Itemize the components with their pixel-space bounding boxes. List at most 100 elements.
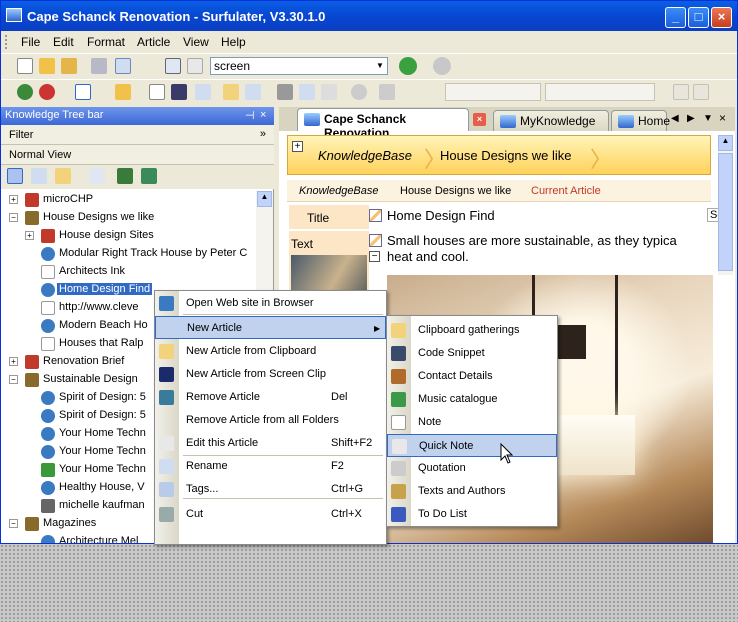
quote-icon	[391, 461, 406, 476]
tab-next-icon[interactable]: ▶	[687, 113, 695, 124]
submenu-item-code-snippet[interactable]: Code Snippet	[387, 342, 557, 365]
collapse-icon[interactable]: −	[369, 251, 380, 262]
article-text-line1[interactable]: Small houses are more sustainable, as th…	[387, 233, 677, 248]
scissors-icon[interactable]	[277, 84, 293, 100]
submenu-item-quick-note[interactable]: Quick Note	[387, 434, 557, 457]
expand-filter-icon[interactable]: »	[260, 128, 266, 140]
font-color-icon[interactable]	[379, 84, 395, 100]
menu-item-edit-this-article[interactable]: Edit this Article Shift+F2	[155, 432, 386, 455]
print-icon[interactable]	[91, 58, 107, 74]
title-bar[interactable]: Cape Schanck Renovation - Surfulater, V3…	[1, 1, 737, 31]
tab-prev-icon[interactable]: ◀	[671, 113, 679, 124]
open-folder-icon[interactable]	[39, 58, 55, 74]
attach-icon[interactable]	[245, 84, 261, 100]
submenu-item-clipboard-gatherings[interactable]: Clipboard gatherings	[387, 319, 557, 342]
collapse-icon[interactable]: −	[9, 375, 18, 384]
copy-icon[interactable]	[299, 84, 315, 100]
print-preview-icon[interactable]	[115, 58, 131, 74]
menu-item-new-article[interactable]: New Article ▶	[155, 316, 386, 339]
bold-icon[interactable]	[673, 84, 689, 100]
submenu-item-contact-details[interactable]: Contact Details	[387, 365, 557, 388]
scroll-thumb[interactable]	[718, 153, 733, 271]
menu-view[interactable]: View	[183, 35, 209, 49]
collapse-icon[interactable]: −	[9, 519, 18, 528]
clipboard-icon[interactable]	[223, 84, 239, 100]
breadcrumb-small-item[interactable]: House Designs we like	[400, 185, 511, 197]
new-icon[interactable]	[17, 58, 33, 74]
grid-icon[interactable]	[187, 58, 203, 74]
italic-icon[interactable]	[693, 84, 709, 100]
article-text-line2[interactable]: heat and cool.	[387, 249, 469, 264]
clipboard-icon[interactable]	[55, 168, 71, 184]
insert-icon[interactable]	[115, 84, 131, 100]
lock-icon[interactable]	[89, 168, 105, 184]
tab-cape-schanck[interactable]: Cape Schanck Renovation ×	[297, 108, 486, 140]
chevron-down-icon[interactable]: ▼	[374, 59, 386, 73]
filter-bar[interactable]: Filter »	[1, 125, 274, 145]
close-button[interactable]: ×	[711, 7, 732, 28]
menu-file[interactable]: File	[21, 35, 40, 49]
menu-item-remove-article-from-all-folders[interactable]: Remove Article from all Folders	[155, 409, 386, 432]
menu-item-new-article-from-clipboard[interactable]: New Article from Clipboard	[155, 340, 386, 363]
menu-item-remove-article[interactable]: Remove Article Del	[155, 386, 386, 409]
tab-home[interactable]: Home	[611, 110, 670, 131]
menu-item-rename[interactable]: Rename F2	[155, 455, 386, 478]
pencil-icon[interactable]	[369, 234, 382, 247]
new-folder-icon[interactable]	[31, 168, 47, 184]
tab-myknowledge[interactable]: MyKnowledge	[493, 110, 609, 131]
submenu-item-texts-and-authors[interactable]: Texts and Authors	[387, 480, 557, 503]
article-scrollbar[interactable]: ▲	[718, 135, 733, 275]
back-icon[interactable]	[399, 57, 417, 75]
menu-item-new-article-from-screen-clip[interactable]: New Article from Screen Clip	[155, 363, 386, 386]
breadcrumb-root[interactable]: KnowledgeBase	[318, 148, 412, 163]
pencil-icon[interactable]	[369, 209, 382, 222]
menu-article[interactable]: Article	[137, 35, 170, 49]
image-icon[interactable]	[171, 84, 187, 100]
breadcrumb-item[interactable]: House Designs we like	[440, 148, 572, 163]
tab-list-icon[interactable]: ▼	[703, 113, 713, 124]
menu-help[interactable]: Help	[221, 35, 246, 49]
view-bar[interactable]: Normal View	[1, 145, 274, 165]
edit-icon[interactable]	[195, 84, 211, 100]
menu-item-open-web-site-in-browser[interactable]: Open Web site in Browser	[155, 292, 386, 315]
tree-view-icon[interactable]	[7, 168, 23, 184]
collapse-icon[interactable]: −	[9, 213, 18, 222]
tab-close-icon[interactable]: ×	[473, 113, 486, 126]
pane-close-icon[interactable]: ×	[260, 109, 266, 121]
screen-clip-icon[interactable]	[165, 58, 181, 74]
forward-icon[interactable]	[433, 57, 451, 75]
undo-icon[interactable]	[351, 84, 367, 100]
submenu-item-note[interactable]: Note	[387, 411, 557, 434]
submenu-item-music-catalogue[interactable]: Music catalogue	[387, 388, 557, 411]
minimize-button[interactable]: _	[665, 7, 686, 28]
search-combo[interactable]: screen ▼	[210, 57, 388, 75]
book-icon	[391, 484, 406, 499]
quick-note-icon	[392, 439, 407, 454]
color-icon[interactable]	[39, 84, 55, 100]
paste-icon[interactable]	[321, 84, 337, 100]
pin-icon[interactable]: ⊣	[245, 109, 255, 122]
menu-edit[interactable]: Edit	[53, 35, 74, 49]
maximize-button[interactable]: □	[688, 7, 709, 28]
expand-icon[interactable]: +	[9, 357, 18, 366]
expand-icon[interactable]: +	[292, 141, 303, 152]
expand-icon[interactable]: +	[25, 231, 34, 240]
submenu-item-to-do-list[interactable]: To Do List	[387, 503, 557, 526]
menu-format[interactable]: Format	[87, 35, 125, 49]
scroll-up-icon[interactable]: ▲	[257, 191, 272, 207]
font-size-combo[interactable]	[545, 83, 655, 101]
web-icon[interactable]	[17, 84, 33, 100]
breadcrumb-small-root[interactable]: KnowledgeBase	[299, 185, 379, 197]
page-icon[interactable]	[149, 84, 165, 100]
tree-sort-icon[interactable]	[117, 168, 133, 184]
table-icon[interactable]	[75, 84, 91, 100]
submenu-item-quotation[interactable]: Quotation	[387, 457, 557, 480]
font-combo[interactable]	[445, 83, 541, 101]
expand-icon[interactable]: +	[9, 195, 18, 204]
scroll-up-icon[interactable]: ▲	[718, 135, 733, 151]
globe-tree-icon[interactable]	[141, 168, 157, 184]
save-folder-icon[interactable]	[61, 58, 77, 74]
tabs-close-icon[interactable]: ×	[719, 111, 726, 125]
menu-item-cut[interactable]: Cut Ctrl+X	[155, 503, 386, 526]
article-title[interactable]: Home Design Find	[387, 208, 495, 223]
